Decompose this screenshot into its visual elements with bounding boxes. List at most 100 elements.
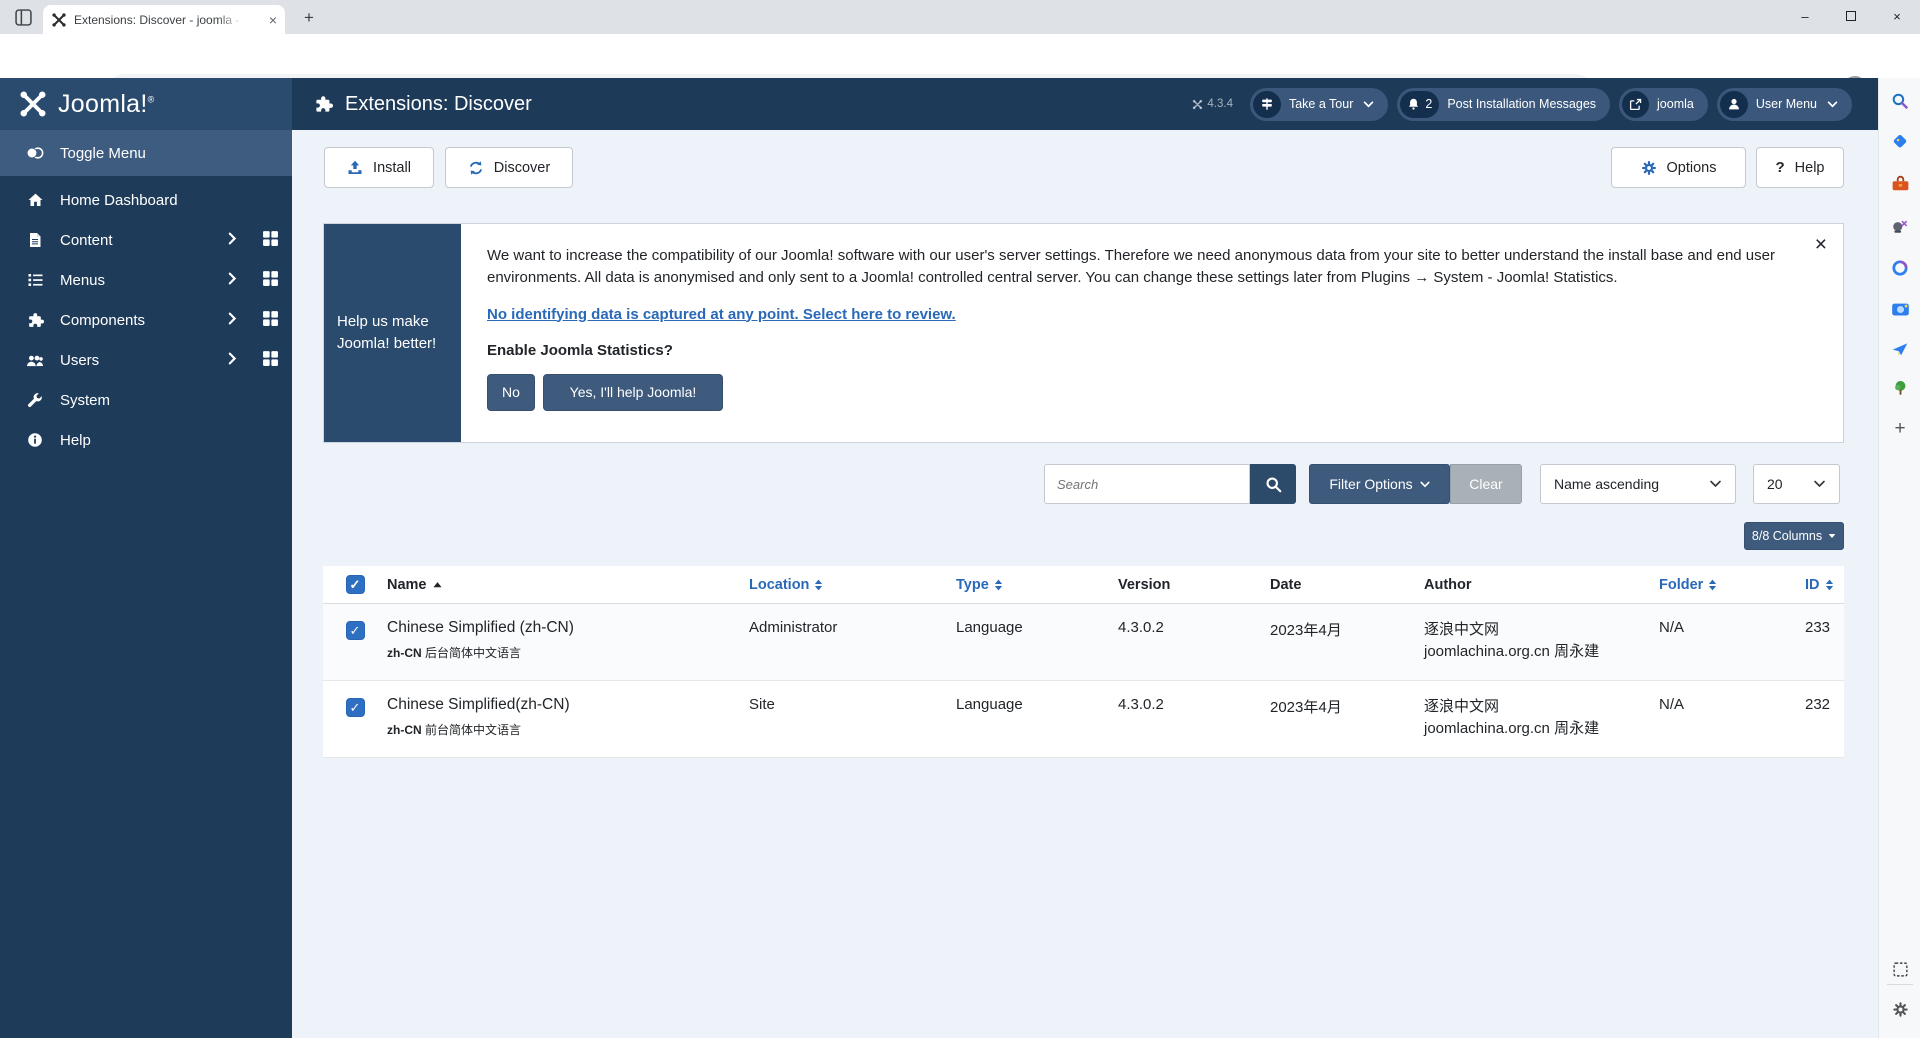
tour-signpost-icon	[1260, 97, 1274, 111]
info-circle-icon	[26, 432, 44, 448]
dashboard-grid-icon[interactable]	[262, 310, 279, 331]
close-icon[interactable]: ×	[1815, 233, 1827, 257]
date-cell: 2023年4月	[1270, 619, 1424, 668]
site-preview-button[interactable]: joomla	[1619, 88, 1708, 121]
users-icon	[26, 353, 44, 368]
sidebar-add-icon[interactable]: +	[1879, 414, 1920, 444]
new-tab-button[interactable]: +	[297, 8, 321, 28]
window-maximize-button[interactable]	[1828, 0, 1874, 32]
table-row: ✓ Chinese Simplified(zh-CN) zh-CN 前台简体中文…	[323, 681, 1844, 758]
sidebar-item-content[interactable]: Content	[0, 220, 292, 260]
browser-tab[interactable]: Extensions: Discover - joomla - A ×	[43, 5, 285, 34]
tab-actions-icon[interactable]	[10, 6, 36, 28]
column-header-date: Date	[1270, 577, 1424, 593]
statistics-review-link[interactable]: No identifying data is captured at any p…	[487, 306, 956, 323]
puzzle-icon	[26, 312, 44, 329]
options-button[interactable]: Options	[1611, 147, 1746, 188]
sidebar-drop-icon[interactable]	[1879, 334, 1920, 364]
id-cell: 233	[1805, 619, 1846, 668]
search-input[interactable]	[1044, 464, 1250, 504]
statistics-yes-button[interactable]: Yes, I'll help Joomla!	[543, 374, 723, 411]
select-all-checkbox[interactable]: ✓	[346, 575, 365, 594]
column-header-author: Author	[1424, 577, 1659, 593]
sort-both-icon	[814, 579, 823, 591]
location-cell: Administrator	[749, 619, 956, 668]
sort-both-icon	[1825, 579, 1834, 591]
sidebar-item-toggle-menu[interactable]: Toggle Menu	[0, 130, 292, 176]
search-button[interactable]	[1250, 464, 1296, 504]
sidebar-item-menus[interactable]: Menus	[0, 260, 292, 300]
tab-close-icon[interactable]: ×	[269, 13, 277, 27]
dashboard-grid-icon[interactable]	[262, 350, 279, 371]
messages-count-badge: 2	[1425, 97, 1432, 111]
sidebar-shopping-icon[interactable]	[1879, 127, 1920, 157]
sort-both-icon	[1708, 579, 1717, 591]
statistics-no-button[interactable]: No	[487, 374, 535, 411]
sidebar-screenshot-icon[interactable]	[1879, 954, 1920, 984]
discover-button[interactable]: Discover	[445, 147, 573, 188]
take-a-tour-button[interactable]: Take a Tour	[1250, 88, 1388, 121]
joomla-logo-block[interactable]: Joomla!®	[0, 78, 292, 130]
sidebar-settings-icon[interactable]	[1879, 994, 1920, 1024]
install-button[interactable]: Install	[324, 147, 434, 188]
window-minimize-button[interactable]: –	[1782, 0, 1828, 32]
post-installation-messages-button[interactable]: 2 Post Installation Messages	[1397, 88, 1610, 121]
main-content: Install Discover Options ? Help Help us …	[292, 130, 1878, 1038]
dashboard-grid-icon[interactable]	[262, 270, 279, 291]
sidebar-item-components[interactable]: Components	[0, 300, 292, 340]
sidebar-tree-icon[interactable]	[1879, 373, 1920, 403]
extension-name-cell: Chinese Simplified (zh-CN) zh-CN 后台简体中文语…	[387, 619, 749, 668]
sidebar-item-users[interactable]: Users	[0, 340, 292, 380]
edge-sidebar: +	[1878, 78, 1920, 1038]
sidebar-item-home-dashboard[interactable]: Home Dashboard	[0, 180, 292, 220]
items-per-page-select[interactable]: 20	[1753, 464, 1840, 504]
chevron-right-icon	[228, 312, 237, 329]
sidebar-games-icon[interactable]	[1879, 211, 1920, 241]
chevron-down-icon	[1709, 480, 1722, 488]
question-mark-icon: ?	[1776, 159, 1785, 176]
author-cell: 逐浪中文网 joomlachina.org.cn 周永建	[1424, 696, 1659, 745]
sync-icon	[468, 160, 484, 176]
row-checkbox[interactable]: ✓	[346, 621, 365, 640]
row-checkbox[interactable]: ✓	[346, 698, 365, 717]
sidebar-item-help[interactable]: Help	[0, 420, 292, 460]
sidebar-item-system[interactable]: System	[0, 380, 292, 420]
sort-both-icon	[994, 579, 1003, 591]
column-header-name[interactable]: Name	[387, 577, 749, 593]
column-header-folder[interactable]: Folder	[1659, 577, 1805, 593]
column-header-id[interactable]: ID	[1805, 577, 1850, 593]
sidebar-m365-icon[interactable]	[1879, 253, 1920, 283]
toggle-menu-icon	[26, 145, 44, 161]
id-cell: 232	[1805, 696, 1846, 745]
folder-cell: N/A	[1659, 696, 1805, 745]
dashboard-grid-icon[interactable]	[262, 230, 279, 251]
chevron-down-icon	[1827, 101, 1838, 108]
page-title: Extensions: Discover	[345, 93, 532, 116]
sidebar-image-creator-icon[interactable]	[1879, 294, 1920, 324]
location-cell: Site	[749, 696, 956, 745]
bell-icon	[1407, 97, 1420, 111]
document-icon	[26, 232, 44, 248]
version-cell: 4.3.0.2	[1118, 696, 1270, 745]
list-icon	[26, 273, 44, 287]
chevron-right-icon	[228, 272, 237, 289]
columns-toggle-button[interactable]: 8/8 Columns	[1744, 522, 1844, 550]
version-cell: 4.3.0.2	[1118, 619, 1270, 668]
sort-order-select[interactable]: Name ascending	[1540, 464, 1736, 504]
clear-filters-button[interactable]: Clear	[1450, 464, 1522, 504]
admin-sidebar: Toggle Menu Home Dashboard Content Menus…	[0, 130, 292, 1038]
column-header-location[interactable]: Location	[749, 577, 956, 593]
statistics-side-label: Help us make Joomla! better!	[324, 224, 461, 442]
chevron-down-icon	[1363, 101, 1374, 108]
column-header-type[interactable]: Type	[956, 577, 1118, 593]
caret-down-icon	[1828, 533, 1836, 539]
user-icon	[1727, 97, 1741, 111]
help-button[interactable]: ? Help	[1756, 147, 1844, 188]
sidebar-tools-icon[interactable]	[1879, 169, 1920, 199]
extension-name-cell: Chinese Simplified(zh-CN) zh-CN 前台简体中文语言	[387, 696, 749, 745]
filter-options-button[interactable]: Filter Options	[1309, 464, 1450, 504]
sidebar-search-icon[interactable]	[1879, 86, 1920, 116]
upload-icon	[347, 160, 363, 176]
user-menu-button[interactable]: User Menu	[1717, 88, 1852, 121]
window-close-button[interactable]: ×	[1874, 0, 1920, 32]
